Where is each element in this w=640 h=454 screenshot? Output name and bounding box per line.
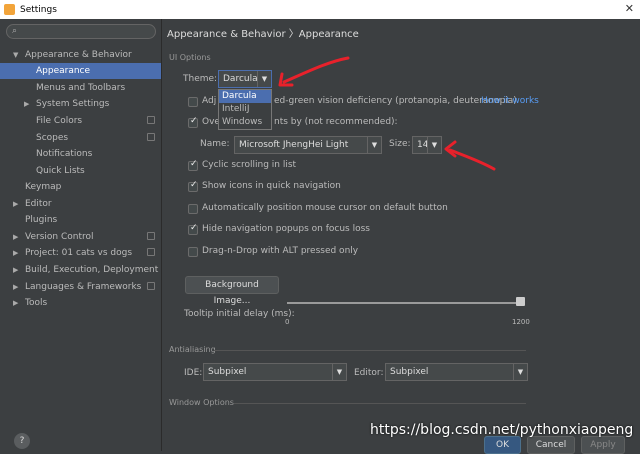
search-icon: ⌕: [12, 26, 18, 36]
theme-label: Theme:: [183, 74, 218, 84]
sidebar-item-scopes[interactable]: Scopes: [0, 130, 161, 146]
project-config-icon: [147, 248, 155, 256]
theme-select[interactable]: Darcula ▼: [218, 70, 272, 88]
collapse-arrow-icon[interactable]: ▶: [13, 229, 18, 245]
editor-antialiasing-select[interactable]: Subpixel ▼: [385, 363, 528, 381]
sidebar-item-keymap[interactable]: Keymap: [0, 179, 161, 195]
ide-antialiasing-select[interactable]: Subpixel ▼: [203, 363, 347, 381]
watermark-text: https://blog.csdn.net/pythonxiaopeng: [370, 422, 634, 438]
chevron-down-icon: ▼: [257, 71, 271, 87]
sidebar-item-notifications[interactable]: Notifications: [0, 146, 161, 162]
slider-max-label: 1200: [512, 318, 530, 326]
font-size-select[interactable]: 14 ▼: [412, 136, 442, 154]
background-image-button[interactable]: Background Image...: [185, 276, 279, 306]
cancel-button[interactable]: Cancel: [527, 436, 575, 454]
override-fonts-checkbox[interactable]: [188, 116, 198, 128]
slider-min-label: 0: [285, 318, 290, 326]
sidebar-item-quick-lists[interactable]: Quick Lists: [0, 163, 161, 179]
chevron-down-icon: ▼: [513, 364, 527, 380]
chevron-down-icon: ▼: [427, 137, 441, 153]
project-config-icon: [147, 282, 155, 290]
font-name-select[interactable]: Microsoft JhengHei Light ▼: [234, 136, 382, 154]
sidebar-item-version-control[interactable]: ▶ Version Control: [0, 229, 161, 245]
cyclic-scrolling-label: Cyclic scrolling in list: [202, 160, 297, 170]
sidebar-item-tools[interactable]: ▶ Tools: [0, 295, 161, 311]
sidebar-item-appearance[interactable]: Appearance: [0, 63, 161, 79]
editor-label: Editor:: [354, 368, 384, 378]
expand-arrow-icon[interactable]: ▼: [13, 47, 18, 63]
project-config-icon: [147, 232, 155, 240]
tooltip-delay-label: Tooltip initial delay (ms):: [184, 309, 295, 319]
sidebar-item-languages[interactable]: ▶ Languages & Frameworks: [0, 279, 161, 295]
adjust-colors-label-start: Adj: [202, 96, 217, 106]
hide-navigation-checkbox[interactable]: [188, 223, 198, 235]
auto-position-label: Automatically position mouse cursor on d…: [202, 203, 448, 213]
theme-option[interactable]: Windows: [219, 116, 271, 129]
show-icons-label: Show icons in quick navigation: [202, 181, 341, 191]
tooltip-delay-slider[interactable]: [287, 302, 523, 304]
chevron-down-icon: ▼: [332, 364, 346, 380]
section-window-options: Window Options: [169, 398, 234, 407]
sidebar-item-plugins[interactable]: Plugins: [0, 212, 161, 228]
project-config-icon: [147, 116, 155, 124]
annotation-arrow: [278, 56, 350, 87]
show-icons-checkbox[interactable]: [188, 180, 198, 192]
sidebar-item-build[interactable]: ▶ Build, Execution, Deployment: [0, 262, 161, 278]
sidebar-item-file-colors[interactable]: File Colors: [0, 113, 161, 129]
app-icon: [4, 4, 15, 15]
theme-option[interactable]: Darcula: [219, 90, 271, 103]
section-antialiasing: Antialiasing: [169, 345, 216, 354]
ok-button[interactable]: OK: [484, 436, 521, 454]
ide-label: IDE:: [184, 368, 203, 378]
section-ui-options: UI Options: [169, 53, 211, 62]
sidebar-item-menus-toolbars[interactable]: Menus and Toolbars: [0, 80, 161, 96]
chevron-down-icon: ▼: [367, 137, 381, 153]
how-it-works-link[interactable]: How it works: [481, 96, 539, 106]
sidebar-item-editor[interactable]: ▶ Editor: [0, 196, 161, 212]
cyclic-scrolling-checkbox[interactable]: [188, 159, 198, 171]
project-config-icon: [147, 133, 155, 141]
sidebar-item-appearance-behavior[interactable]: ▼ Appearance & Behavior: [0, 47, 161, 63]
window-title: Settings: [20, 4, 57, 15]
adjust-colors-checkbox[interactable]: [188, 97, 198, 107]
override-fonts-label: nts by (not recommended):: [274, 117, 398, 127]
apply-button[interactable]: Apply: [581, 436, 625, 454]
settings-sidebar: ⌕ ▼ Appearance & Behavior Appearance Menu…: [0, 19, 162, 451]
collapse-arrow-icon[interactable]: ▶: [13, 262, 18, 278]
section-divider: [234, 403, 526, 404]
search-input[interactable]: ⌕: [6, 24, 156, 39]
auto-position-checkbox[interactable]: [188, 204, 198, 214]
collapse-arrow-icon[interactable]: ▶: [13, 279, 18, 295]
font-name-label: Name:: [200, 139, 230, 149]
drag-drop-checkbox[interactable]: [188, 247, 198, 257]
annotation-arrow: [444, 140, 496, 171]
close-icon[interactable]: ✕: [625, 2, 634, 15]
collapse-arrow-icon[interactable]: ▶: [13, 295, 18, 311]
sidebar-item-system-settings[interactable]: ▶ System Settings: [0, 96, 161, 112]
help-button[interactable]: ?: [14, 433, 30, 449]
section-divider: [214, 350, 526, 351]
font-size-label: Size:: [389, 139, 411, 149]
theme-option[interactable]: IntelliJ: [219, 103, 271, 116]
hide-navigation-label: Hide navigation popups on focus loss: [202, 224, 370, 234]
breadcrumb: Appearance & Behavior 〉Appearance: [167, 29, 359, 40]
sidebar-item-project[interactable]: ▶ Project: 01 cats vs dogs: [0, 245, 161, 261]
collapse-arrow-icon[interactable]: ▶: [24, 96, 29, 112]
collapse-arrow-icon[interactable]: ▶: [13, 245, 18, 261]
title-bar: Settings ✕: [0, 0, 640, 19]
slider-thumb[interactable]: [516, 297, 525, 306]
drag-drop-label: Drag-n-Drop with ALT pressed only: [202, 246, 359, 256]
theme-dropdown-list: Darcula IntelliJ Windows: [218, 89, 272, 130]
collapse-arrow-icon[interactable]: ▶: [13, 196, 18, 212]
